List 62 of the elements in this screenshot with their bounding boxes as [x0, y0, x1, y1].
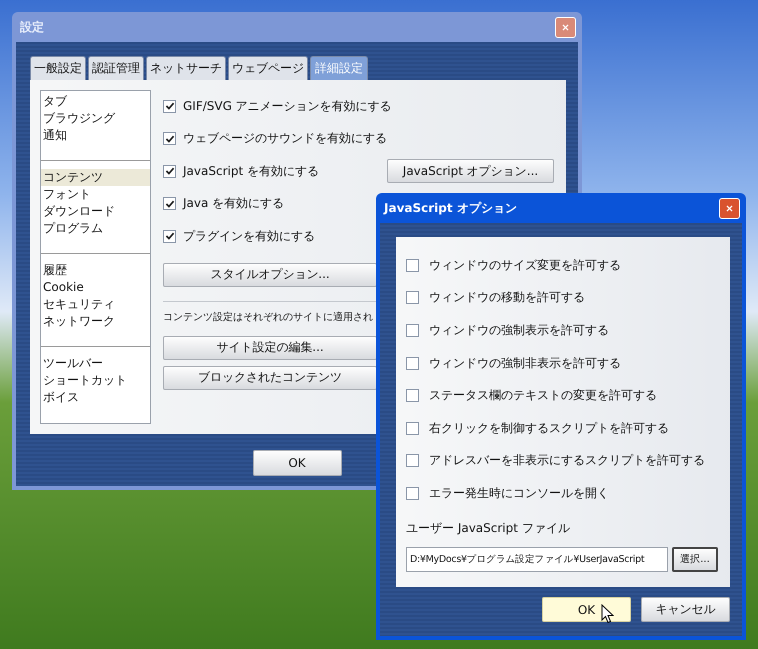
tab[interactable]: ウェブページ [228, 56, 308, 80]
category-item[interactable]: ダウンロード [41, 203, 150, 220]
category-item[interactable]: ボイス [41, 389, 150, 406]
checkbox[interactable] [163, 132, 176, 146]
style-options-button[interactable]: スタイルオプション... [163, 262, 377, 286]
choose-button[interactable]: 選択... [672, 546, 718, 572]
site-settings-button[interactable]: サイト設定の編集... [163, 336, 377, 360]
close-icon [726, 202, 733, 214]
close-button[interactable] [555, 16, 576, 38]
category-item[interactable]: 履歴 [41, 262, 150, 279]
checkbox-label: ステータス欄のテキストの変更を許可する [429, 387, 657, 404]
checkbox[interactable] [163, 164, 176, 178]
checkbox[interactable] [406, 356, 419, 370]
content-note: コンテンツ設定はそれぞれのサイトに適用され [163, 310, 374, 324]
dialog-title: JavaScript オプション [384, 200, 517, 216]
category-item[interactable]: タブ [41, 93, 150, 110]
category-item[interactable]: Cookie [41, 279, 150, 296]
checkbox[interactable] [406, 486, 419, 500]
close-button[interactable] [719, 198, 740, 218]
ok-button[interactable]: OK [252, 450, 342, 476]
checkbox[interactable] [406, 422, 419, 435]
category-item[interactable]: コンテンツ [41, 169, 150, 186]
checkbox-label: アドレスバーを非表示にするスクリプトを許可する [429, 452, 705, 470]
category-item[interactable]: プログラム [41, 220, 150, 237]
tab[interactable]: 一般設定 [30, 56, 86, 80]
window-title: 設定 [20, 18, 44, 36]
ok-button[interactable]: OK [542, 597, 631, 622]
category-item[interactable]: ツールバー [41, 355, 150, 372]
category-item[interactable]: ネットワーク [41, 313, 150, 330]
checkbox[interactable] [406, 389, 419, 402]
checkbox-label: JavaScript を有効にする [183, 162, 319, 180]
cancel-button[interactable]: キャンセル [641, 597, 730, 622]
category-item[interactable]: 通知 [41, 127, 150, 144]
tab[interactable]: 認証管理 [88, 56, 144, 80]
blocked-content-button[interactable]: ブロックされたコンテンツ [163, 366, 377, 390]
checkbox-label: ウェブページのサウンドを有効にする [183, 130, 387, 148]
category-item[interactable]: フォント [41, 186, 150, 203]
checkbox[interactable] [163, 230, 176, 243]
mouse-cursor-icon [601, 604, 614, 624]
checkbox-label: ウィンドウの強制非表示を許可する [429, 354, 621, 372]
checkbox[interactable] [406, 324, 419, 337]
checkbox-label: ウィンドウの移動を許可する [429, 289, 585, 306]
checkbox-label: エラー発生時にコンソールを開く [429, 484, 609, 502]
category-item[interactable]: セキュリティ [41, 296, 150, 313]
checkbox[interactable] [406, 454, 419, 468]
file-path-field[interactable]: D:¥MyDocs¥プログラム設定ファイル¥UserJavaScript [406, 546, 668, 572]
checkbox[interactable] [163, 197, 176, 210]
checkbox[interactable] [163, 100, 176, 113]
checkbox-label: ウィンドウのサイズ変更を許可する [429, 256, 621, 274]
checkbox-label: GIF/SVG アニメーションを有効にする [183, 98, 392, 115]
file-label: ユーザー JavaScript ファイル [406, 520, 571, 537]
checkbox[interactable] [406, 291, 419, 304]
checkbox-label: Java を有効にする [183, 195, 284, 212]
javascript-options-button[interactable]: JavaScript オプション... [387, 159, 554, 184]
checkbox-label: プラグインを有効にする [183, 228, 315, 245]
checkbox[interactable] [406, 258, 419, 272]
checkbox-label: 右クリックを制御するスクリプトを許可する [429, 420, 669, 437]
category-item[interactable]: ブラウジング [41, 110, 150, 127]
tab[interactable]: ネットサーチ [146, 56, 226, 80]
category-item[interactable]: ショートカット [41, 372, 150, 389]
checkbox-label: ウィンドウの強制表示を許可する [429, 322, 609, 339]
close-icon [562, 22, 569, 32]
